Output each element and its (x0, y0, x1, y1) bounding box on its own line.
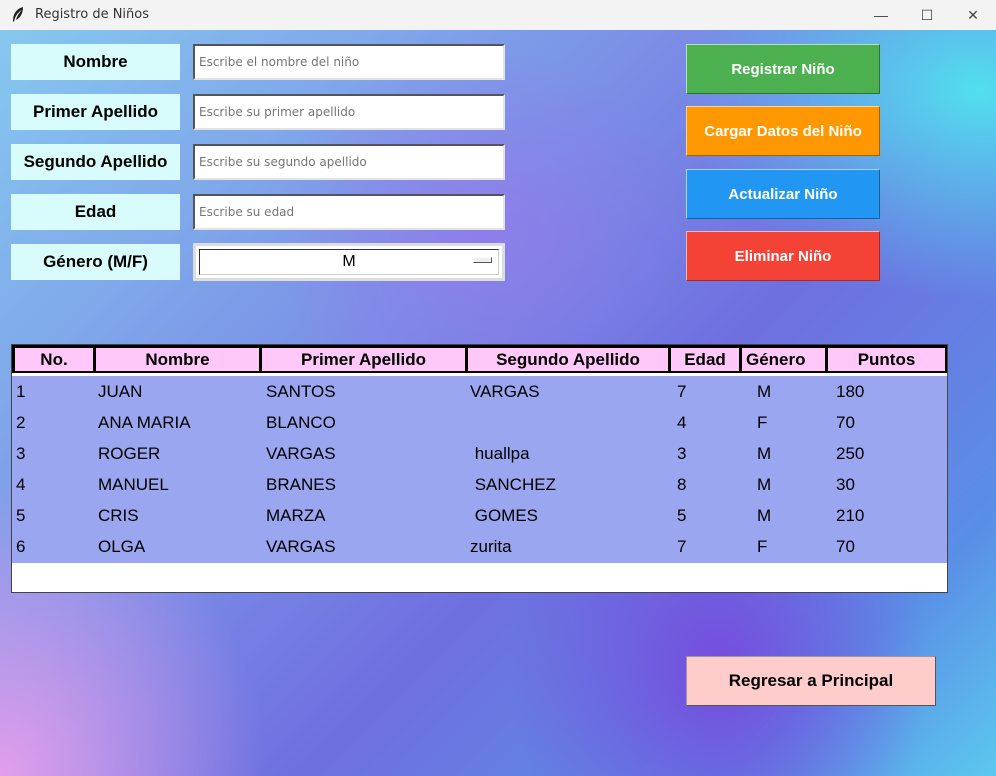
table-row[interactable]: 2 ANA MARIA BLANCO 4 F 70 (12, 407, 947, 438)
cell-primer-apellido: BLANCO (266, 413, 336, 432)
cell-no: 1 (16, 382, 26, 401)
table-row[interactable]: 1 JUAN SANTOS VARGAS 7 M 180 (12, 376, 947, 407)
cell-genero: F (757, 537, 768, 556)
cell-segundo-apellido: GOMES (470, 506, 539, 525)
cell-edad: 4 (677, 413, 687, 432)
window-title: Registro de Niños (35, 7, 150, 22)
cell-edad: 5 (677, 506, 687, 525)
table-body: 1 JUAN SANTOS VARGAS 7 M 180 2 ANA MARIA BLANCO 4 F… (12, 376, 947, 563)
segundo-apellido-label: Segundo Apellido (11, 144, 180, 180)
cargar-datos-button[interactable]: Cargar Datos del Niño (686, 106, 880, 156)
cell-nombre: CRIS (98, 506, 139, 525)
cell-no: 5 (16, 506, 26, 525)
primer-apellido-label: Primer Apellido (11, 94, 180, 130)
close-button[interactable]: ✕ (950, 0, 996, 30)
regresar-button[interactable]: Regresar a Principal (686, 656, 936, 706)
cell-primer-apellido: VARGAS (266, 537, 336, 556)
cell-edad: 7 (677, 537, 687, 556)
cell-no: 3 (16, 444, 26, 463)
table-header: No. Nombre Primer Apellido Segundo Apell… (12, 345, 947, 373)
minimize-button[interactable]: — (858, 0, 904, 30)
close-icon: ✕ (967, 6, 979, 23)
cell-no: 4 (16, 475, 26, 494)
cell-genero: M (757, 382, 772, 401)
cell-puntos: 70 (836, 413, 855, 432)
table-row[interactable]: 4 MANUEL BRANES SANCHEZ 8 M 30 (12, 469, 947, 500)
cell-segundo-apellido: VARGAS (470, 382, 540, 401)
cell-primer-apellido: SANTOS (266, 382, 336, 401)
cell-edad: 3 (677, 444, 687, 463)
genero-label: Género (M/F) (11, 244, 180, 280)
nombre-label: Nombre (11, 44, 180, 80)
segundo-apellido-input[interactable] (193, 144, 505, 180)
cell-puntos: 180 (836, 382, 865, 401)
actualizar-button[interactable]: Actualizar Niño (686, 169, 880, 219)
column-header-primer-apellido[interactable]: Primer Apellido (262, 348, 465, 371)
table-row[interactable]: 3 ROGER VARGAS huallpa 3 M 250 (12, 438, 947, 469)
cell-genero: M (757, 475, 772, 494)
table-row[interactable]: 6 OLGA VARGAS zurita 7 F 70 (12, 531, 947, 562)
cell-segundo-apellido: huallpa (470, 444, 530, 463)
cell-puntos: 30 (836, 475, 855, 494)
edad-label: Edad (11, 194, 180, 230)
cell-puntos: 210 (836, 506, 865, 525)
genero-select-value: M (342, 253, 356, 270)
cell-primer-apellido: BRANES (266, 475, 336, 494)
cell-nombre: ANA MARIA (98, 413, 191, 432)
table-row[interactable]: 5 CRIS MARZA GOMES 5 M 210 (12, 500, 947, 531)
cell-puntos: 70 (836, 537, 855, 556)
cell-segundo-apellido: zurita (470, 537, 512, 556)
cell-nombre: ROGER (98, 444, 161, 463)
column-header-genero[interactable]: Género (742, 348, 825, 371)
cell-nombre: JUAN (98, 382, 143, 401)
cell-edad: 8 (677, 475, 687, 494)
cell-nombre: MANUEL (98, 475, 169, 494)
cell-no: 6 (16, 537, 26, 556)
column-header-nombre[interactable]: Nombre (96, 348, 259, 371)
children-table[interactable]: No. Nombre Primer Apellido Segundo Apell… (11, 344, 948, 593)
column-header-segundo-apellido[interactable]: Segundo Apellido (468, 348, 668, 371)
column-header-no[interactable]: No. (15, 348, 93, 371)
maximize-icon: ☐ (920, 6, 934, 23)
genero-select[interactable]: M (193, 243, 505, 281)
main-content: Nombre Primer Apellido Segundo Apellido … (0, 30, 996, 776)
cell-primer-apellido: VARGAS (266, 444, 336, 463)
title-bar: Registro de Niños — ☐ ✕ (0, 0, 996, 30)
cell-primer-apellido: MARZA (266, 506, 326, 525)
dropdown-indicator-icon[interactable] (473, 257, 492, 263)
cell-genero: F (757, 413, 768, 432)
maximize-button[interactable]: ☐ (904, 0, 950, 30)
registrar-button[interactable]: Registrar Niño (686, 44, 880, 94)
minimize-icon: — (874, 7, 888, 23)
nombre-input[interactable] (193, 44, 505, 80)
genero-select-field: M (199, 249, 499, 275)
column-header-edad[interactable]: Edad (671, 348, 739, 371)
cell-no: 2 (16, 413, 26, 432)
feather-icon (13, 7, 23, 22)
cell-puntos: 250 (836, 444, 865, 463)
eliminar-button[interactable]: Eliminar Niño (686, 231, 880, 281)
edad-input[interactable] (193, 194, 505, 230)
cell-nombre: OLGA (98, 537, 146, 556)
column-header-puntos[interactable]: Puntos (828, 348, 945, 371)
cell-genero: M (757, 444, 772, 463)
cell-genero: M (757, 506, 772, 525)
primer-apellido-input[interactable] (193, 94, 505, 130)
cell-edad: 7 (677, 382, 687, 401)
cell-segundo-apellido: SANCHEZ (470, 475, 556, 494)
